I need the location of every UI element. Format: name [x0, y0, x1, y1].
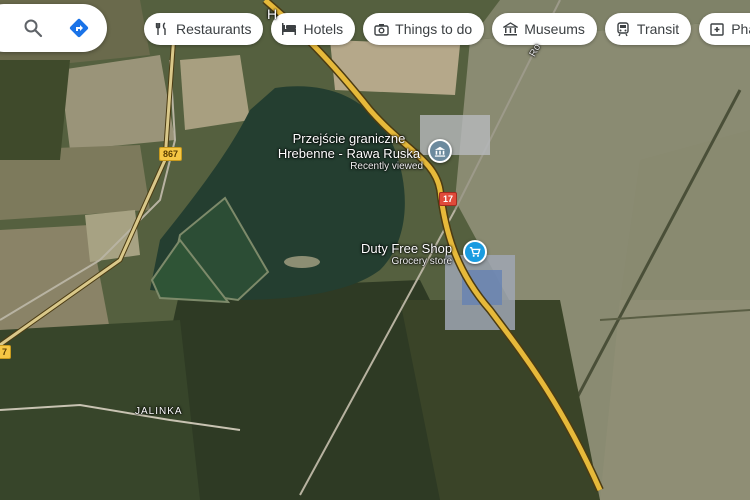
- chip-restaurants[interactable]: Restaurants: [144, 13, 264, 45]
- duty-free-name: Duty Free Shop: [361, 241, 453, 256]
- duty-free-subtitle: Grocery store: [391, 256, 453, 267]
- chip-label: Transit: [636, 21, 680, 37]
- chip-hotels[interactable]: Hotels: [271, 13, 356, 45]
- chip-pharmacy[interactable]: Pha: [699, 13, 750, 45]
- chip-label: Things to do: [395, 21, 473, 37]
- pharmacy-icon: [709, 21, 725, 37]
- border-crossing-name-line2: Hrebenne - Rawa Ruska: [277, 146, 421, 161]
- chip-museums[interactable]: Museums: [492, 13, 597, 45]
- chip-things-to-do[interactable]: Things to do: [363, 13, 485, 45]
- chip-label: Museums: [524, 21, 585, 37]
- top-place-label: H: [267, 6, 278, 22]
- chip-transit[interactable]: Transit: [604, 13, 692, 45]
- fork-knife-icon: [154, 21, 170, 37]
- train-icon: [615, 21, 631, 37]
- village-label: JALINKA: [135, 406, 183, 417]
- category-chips: Restaurants Hotels Things to do Museums …: [144, 13, 750, 45]
- bed-icon: [281, 21, 297, 37]
- chip-label: Restaurants: [176, 21, 252, 37]
- directions-icon[interactable]: [67, 16, 91, 40]
- search-icon[interactable]: [21, 16, 45, 40]
- chip-label: Pha: [731, 21, 750, 37]
- museum-icon: [502, 21, 518, 37]
- search-pill: [0, 4, 107, 52]
- road-shield-17: 17: [439, 192, 458, 206]
- chip-label: Hotels: [303, 21, 344, 37]
- road-shield-867: 867: [159, 147, 183, 161]
- border-crossing-label[interactable]: Przejście graniczne Hrebenne - Rawa Rusk…: [271, 131, 427, 173]
- border-crossing-name-line1: Przejście graniczne: [292, 131, 406, 146]
- museum-pin-icon[interactable]: [428, 139, 452, 163]
- road-shield-7: 7: [0, 345, 12, 359]
- shopping-cart-pin-icon[interactable]: [463, 240, 487, 264]
- camera-icon: [373, 21, 389, 37]
- border-crossing-subtitle: Recently viewed: [350, 161, 423, 172]
- duty-free-label[interactable]: Duty Free Shop Grocery store: [361, 241, 452, 268]
